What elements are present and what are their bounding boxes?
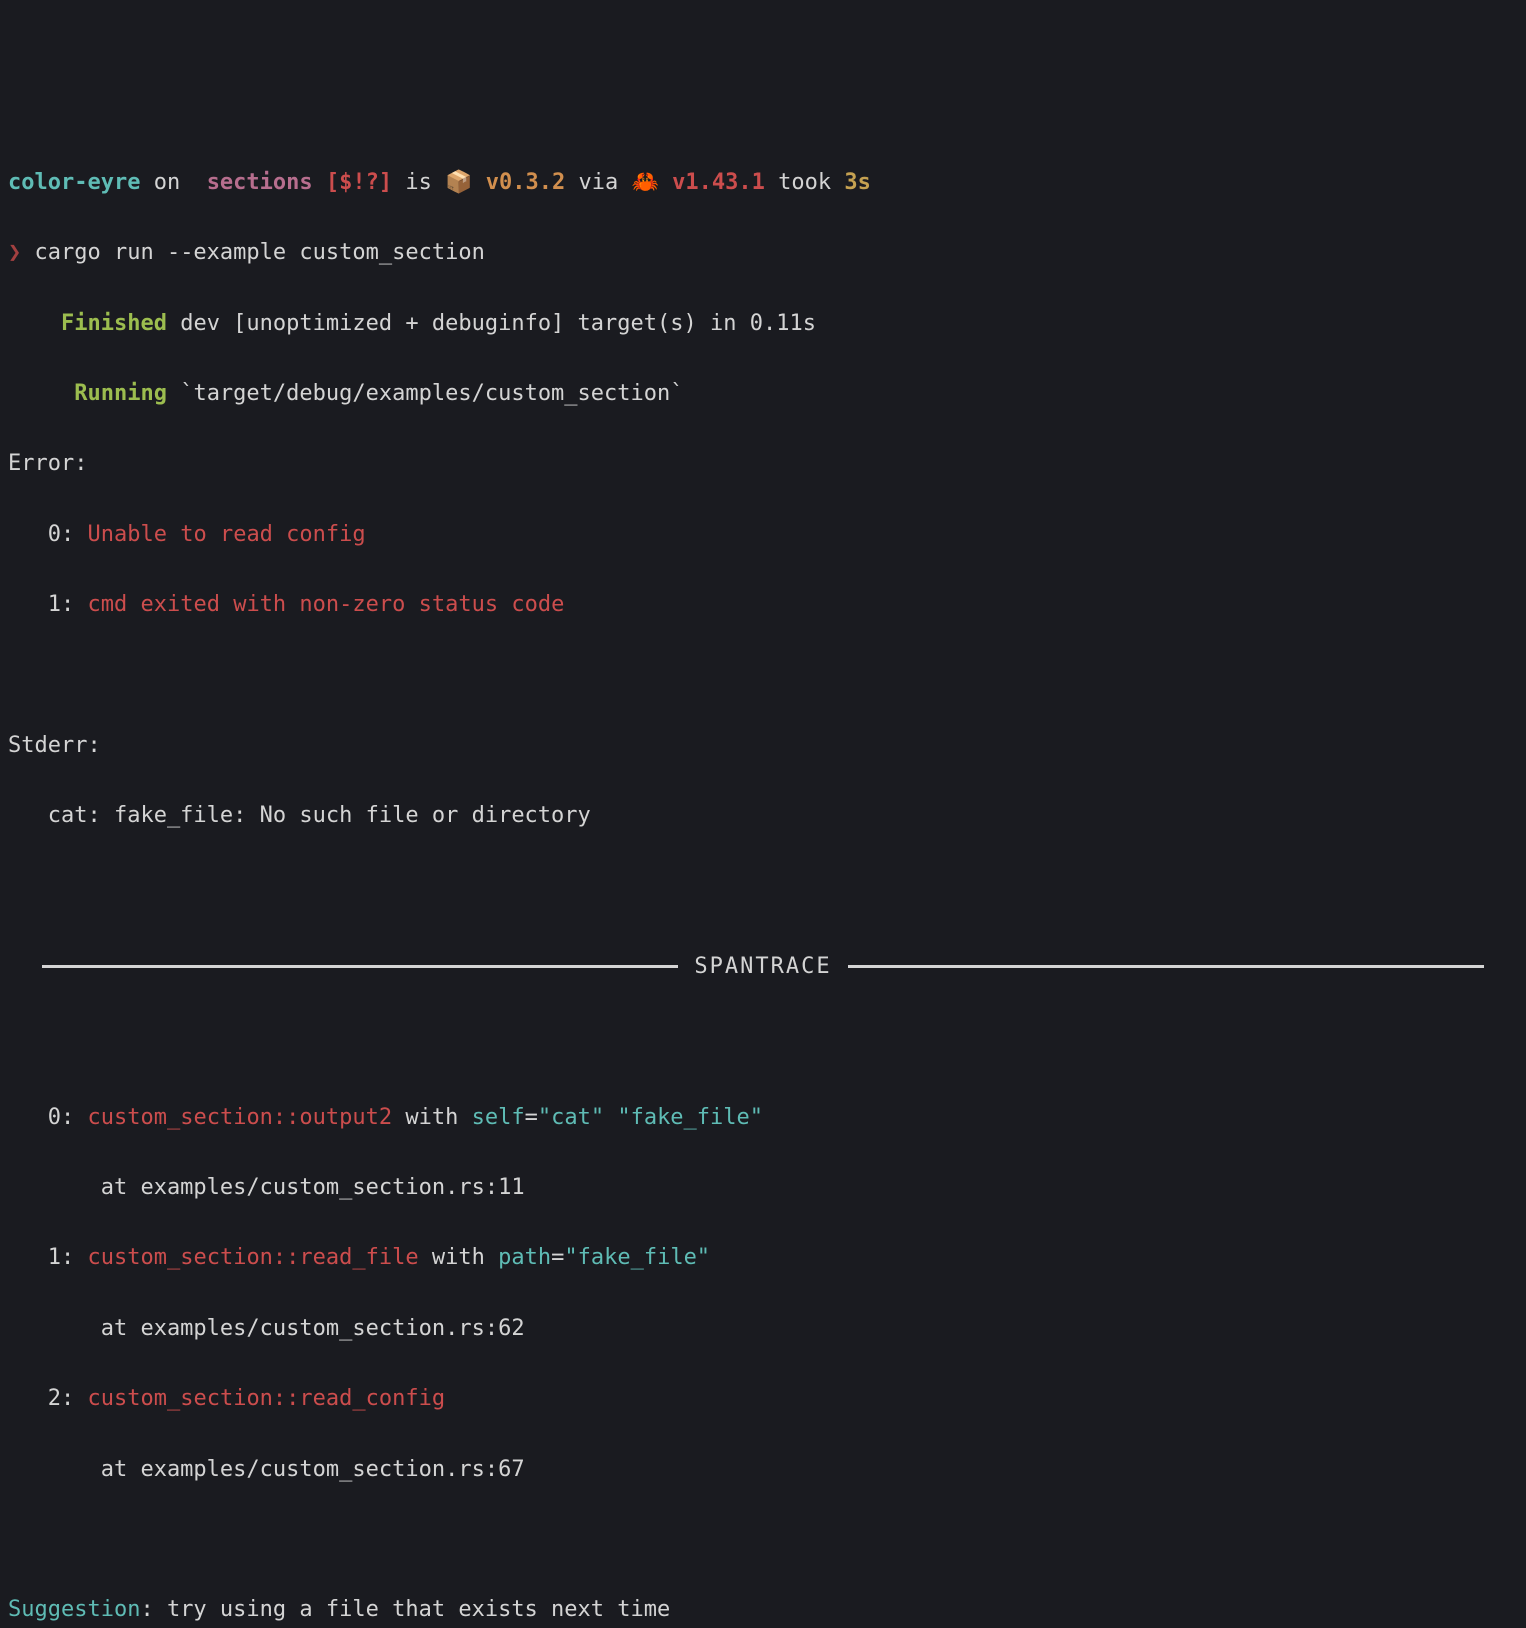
branch-name xyxy=(193,170,206,195)
package-icon: 📦 xyxy=(445,170,486,195)
trace-value: "cat" "fake_file" xyxy=(538,1105,763,1130)
trace-function: custom_section::read_file xyxy=(88,1245,419,1270)
error-item: 0: Unable to read config xyxy=(8,517,1518,552)
via-text: via xyxy=(565,170,631,195)
spantrace-label: SPANTRACE xyxy=(678,949,847,984)
duration: 3s xyxy=(844,170,871,195)
spantrace-entry: 1: custom_section::read_file with path="… xyxy=(8,1240,1518,1275)
cargo-finished: Finished dev [unoptimized + debuginfo] t… xyxy=(8,306,1518,341)
stderr-body: cat: fake_file: No such file or director… xyxy=(8,798,1518,833)
finished-text: dev [unoptimized + debuginfo] target(s) … xyxy=(167,311,816,336)
error-index: 0: xyxy=(48,522,88,547)
cargo-running: Running `target/debug/examples/custom_se… xyxy=(8,376,1518,411)
prompt-symbol: ❯ xyxy=(8,240,21,265)
trace-location: at examples/custom_section.rs:62 xyxy=(8,1311,1518,1346)
spantrace-entry: 2: custom_section::read_config xyxy=(8,1381,1518,1416)
git-status: [$!?] xyxy=(313,170,392,195)
blank-line xyxy=(8,1522,1518,1557)
command-text: cargo run --example custom_section xyxy=(21,240,485,265)
error-message: Unable to read config xyxy=(88,522,366,547)
blank-line xyxy=(8,657,1518,692)
trace-eq: = xyxy=(551,1245,564,1270)
stderr-header: Stderr: xyxy=(8,728,1518,763)
rust-version: v1.43.1 xyxy=(672,170,765,195)
trace-index: 1: xyxy=(48,1245,88,1270)
branch-name-text: sections xyxy=(207,170,313,195)
took-text: took xyxy=(765,170,844,195)
trace-index: 0: xyxy=(48,1105,88,1130)
suggestion-text: : try using a file that exists next time xyxy=(140,1597,670,1622)
suggestion-label: Suggestion xyxy=(8,1597,140,1622)
shell-prompt: color-eyre on sections [$!?] is 📦 v0.3.2… xyxy=(8,165,1518,200)
trace-value: "fake_file" xyxy=(564,1245,710,1270)
finished-label: Finished xyxy=(61,311,167,336)
blank-line xyxy=(8,1029,1518,1064)
spantrace-divider: SPANTRACE xyxy=(8,949,1518,984)
error-item: 1: cmd exited with non-zero status code xyxy=(8,587,1518,622)
trace-with: with xyxy=(392,1105,471,1130)
running-label: Running xyxy=(74,381,167,406)
package-version: v0.3.2 xyxy=(486,170,565,195)
spantrace-entry: 0: custom_section::output2 with self="ca… xyxy=(8,1100,1518,1135)
trace-location: at examples/custom_section.rs:67 xyxy=(8,1452,1518,1487)
trace-location: at examples/custom_section.rs:11 xyxy=(8,1170,1518,1205)
error-index: 1: xyxy=(48,592,88,617)
suggestion-line: Suggestion: try using a file that exists… xyxy=(8,1592,1518,1627)
on-text: on xyxy=(140,170,193,195)
rust-icon: 🦀 xyxy=(631,170,672,195)
blank-line xyxy=(8,869,1518,904)
running-text: `target/debug/examples/custom_section` xyxy=(167,381,684,406)
is-text: is xyxy=(392,170,445,195)
trace-with: with xyxy=(419,1245,498,1270)
trace-eq: = xyxy=(525,1105,538,1130)
trace-field: path xyxy=(498,1245,551,1270)
command-line[interactable]: ❯ cargo run --example custom_section xyxy=(8,235,1518,270)
error-header: Error: xyxy=(8,446,1518,481)
project-name: color-eyre xyxy=(8,170,140,195)
trace-field: self xyxy=(472,1105,525,1130)
trace-index: 2: xyxy=(48,1386,88,1411)
trace-function: custom_section::read_config xyxy=(88,1386,446,1411)
error-message: cmd exited with non-zero status code xyxy=(88,592,565,617)
trace-function: custom_section::output2 xyxy=(88,1105,393,1130)
